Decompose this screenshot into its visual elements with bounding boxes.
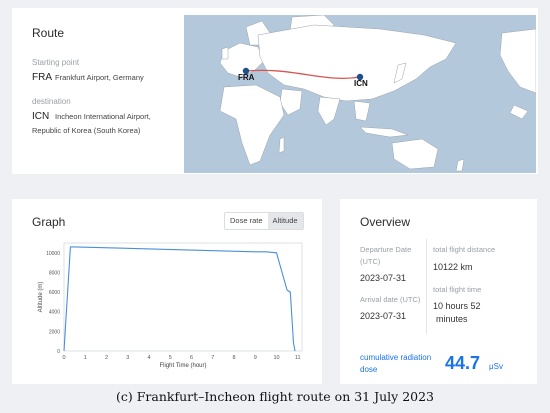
flight-time-value-line2: minutes [436, 314, 468, 324]
y-tick-label: 6000 [49, 290, 60, 296]
figure-caption: (c) Frankfurt–Incheon flight route on 31… [115, 389, 435, 404]
graph-mode-toggle: Dose rate Altitude [224, 212, 304, 230]
x-tick-label: 9 [254, 355, 257, 361]
altitude-tab[interactable]: Altitude [267, 213, 303, 229]
dest-airport-name-line2: Republic of Korea (South Korea) [32, 126, 141, 135]
distance-value: 10122 km [433, 262, 473, 272]
plot-frame [63, 242, 303, 352]
altitude-chart: 0 2000 4000 6000 8000 10000 0 1 2 3 4 5 6 7 8 9 10 11 Flig… [38, 242, 303, 369]
y-axis-label: Altitude (m) [38, 282, 44, 313]
dest-airport-name-line1: Incheon International Airport, [55, 112, 151, 121]
x-tick-label: 7 [211, 355, 214, 361]
y-tick-label: 10000 [46, 251, 60, 257]
x-tick-label: 3 [126, 355, 129, 361]
flight-time-value-line1: 10 hours 52 [433, 301, 481, 311]
world-map: FRA ICN [219, 15, 536, 172]
route-map[interactable]: FRA ICN [184, 15, 536, 173]
graph-title: Graph [32, 215, 66, 229]
x-tick-label: 2 [105, 355, 108, 361]
destination-label: destination [32, 97, 71, 106]
flight-time-label: total flight time [433, 285, 482, 294]
starting-point-label: Starting point [32, 58, 80, 67]
x-tick-label: 5 [169, 355, 172, 361]
overview-divider [426, 239, 427, 334]
overview-card: Overview Departure Date (UTC) 2023-07-31… [340, 199, 537, 384]
icn-map-label: ICN [354, 79, 368, 88]
departure-date-label: Departure Date [360, 245, 412, 254]
cumulative-dose-unit: μSv [489, 362, 503, 371]
overview-title: Overview [360, 215, 411, 229]
route-title: Route [32, 26, 65, 40]
departure-date-label-utc: (UTC) [360, 257, 381, 266]
y-tick-label: 4000 [49, 310, 60, 316]
x-tick-label: 1 [84, 355, 87, 361]
arrival-date-label: Arrival date (UTC) [360, 295, 421, 304]
dest-airport-code: ICN [32, 111, 50, 122]
x-tick-label: 0 [62, 355, 65, 361]
x-tick-label: 11 [295, 355, 301, 361]
y-tick-label: 2000 [49, 329, 60, 335]
cumulative-dose-value: 44.7 [445, 353, 481, 373]
x-tick-label: 8 [232, 355, 235, 361]
start-airport-code: FRA [32, 72, 52, 83]
y-tick-label: 0 [57, 349, 60, 355]
departure-date-value: 2023-07-31 [360, 273, 407, 283]
y-tick-label: 8000 [49, 270, 60, 276]
dose-rate-tab[interactable]: Dose rate [225, 213, 268, 229]
cumulative-dose-label-line2: dose [360, 365, 378, 374]
start-airport-name: Frankfurt Airport, Germany [55, 73, 144, 82]
graph-card: Graph Dose rate Altitude 0 2000 4000 6000 80… [12, 199, 322, 384]
fra-map-label: FRA [238, 73, 255, 82]
distance-label: total flight distance [433, 245, 496, 254]
arrival-date-value: 2023-07-31 [360, 311, 407, 321]
x-axis-label: Flight Time (hour) [159, 363, 206, 369]
route-card: Route Starting point FRA Frankfurt Airpo… [12, 8, 538, 174]
x-tick-label: 6 [190, 355, 193, 361]
cumulative-dose-label-line1: cumulative radiation [360, 353, 432, 362]
altitude-series-line [63, 246, 296, 352]
cumulative-dose-label: cumulative radiation dose [360, 352, 444, 376]
x-tick-label: 4 [147, 355, 150, 361]
x-tick-label: 10 [273, 355, 279, 361]
